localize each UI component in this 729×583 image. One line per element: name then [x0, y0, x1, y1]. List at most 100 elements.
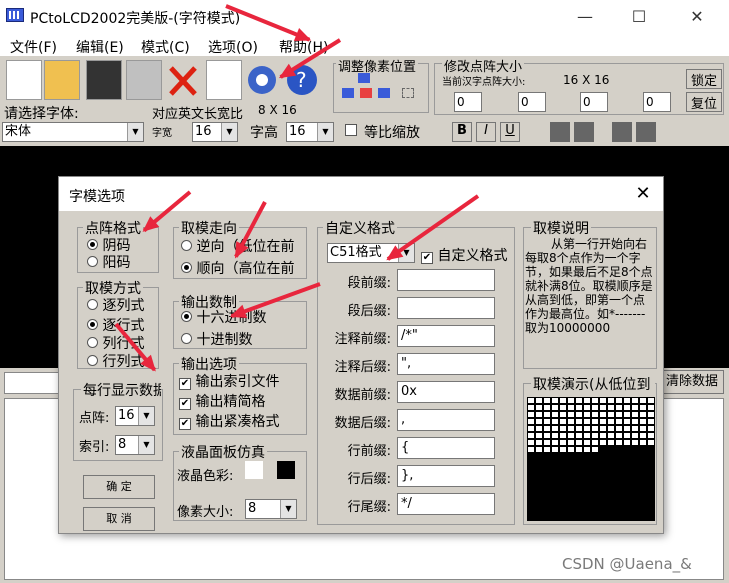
- gear-icon[interactable]: [244, 60, 280, 100]
- radio-button[interactable]: [181, 333, 192, 344]
- demo-cell: [536, 412, 542, 417]
- check-index-file[interactable]: ✔ 输出索引文件: [179, 371, 279, 391]
- bold-button[interactable]: B: [452, 122, 472, 142]
- crop-icon[interactable]: [402, 88, 414, 98]
- radio-button[interactable]: [87, 256, 98, 267]
- clear-data-button[interactable]: 清除数据: [660, 370, 724, 394]
- lcd-fg-color-swatch[interactable]: [277, 461, 295, 479]
- radio-button[interactable]: [87, 239, 98, 250]
- demo-cell: [568, 433, 574, 438]
- checkbox[interactable]: ✔: [179, 398, 191, 410]
- open-folder-icon[interactable]: [44, 60, 80, 100]
- demo-cell: [592, 398, 598, 403]
- rotate-icon[interactable]: [612, 122, 632, 142]
- move-left-icon[interactable]: [342, 88, 354, 98]
- font-prompt: 请选择字体:: [4, 106, 79, 122]
- minimize-button[interactable]: —: [570, 6, 600, 28]
- demo-cell: [640, 405, 646, 410]
- custom-field-input[interactable]: {: [397, 437, 495, 459]
- left-margin-spin[interactable]: 0: [454, 92, 482, 112]
- radio-positive[interactable]: 阳码: [87, 252, 130, 272]
- document-icon[interactable]: [206, 60, 242, 100]
- demo-cell: [624, 440, 630, 445]
- radio-button[interactable]: [87, 319, 98, 330]
- radio-button[interactable]: [181, 311, 192, 322]
- top-margin-spin[interactable]: 0: [518, 92, 546, 112]
- lock-button[interactable]: 锁定: [686, 69, 722, 89]
- flip-horizontal-icon[interactable]: [550, 122, 570, 142]
- custom-field-input[interactable]: /*": [397, 325, 495, 347]
- custom-field-input[interactable]: },: [397, 465, 495, 487]
- height-select[interactable]: 16 ▼: [286, 122, 334, 142]
- dialog-close-button[interactable]: ✕: [629, 181, 657, 207]
- radio-button[interactable]: [87, 299, 98, 310]
- font-select[interactable]: 宋体 ▼: [2, 122, 144, 142]
- radio-dec[interactable]: 十进制数: [181, 329, 252, 349]
- custom-field-input[interactable]: ,: [397, 409, 495, 431]
- delete-icon[interactable]: [165, 60, 201, 100]
- demo-cell: [640, 419, 646, 424]
- scale-checkbox[interactable]: [345, 124, 357, 136]
- demo-cell: [528, 426, 534, 431]
- demo-cell: [536, 440, 542, 445]
- menu-options[interactable]: 选项(O): [208, 37, 258, 57]
- radio-forward[interactable]: 顺向（高位在前: [181, 258, 305, 278]
- radio-col[interactable]: 逐列式: [87, 295, 144, 315]
- radio-button[interactable]: [87, 355, 98, 366]
- checkbox[interactable]: ✔: [179, 378, 191, 390]
- radio-button[interactable]: [87, 337, 98, 348]
- demo-cell: [600, 426, 606, 431]
- checkbox[interactable]: ✔: [179, 418, 191, 430]
- lcd-bg-color-swatch[interactable]: [245, 461, 263, 479]
- demo-cell: [544, 440, 550, 445]
- demo-cell: [560, 447, 566, 452]
- custom-field-input[interactable]: 0x: [397, 381, 495, 403]
- explain-text: 从第一行开始向右每取8个点作为一个字节，如果最后不足8个点就补满8位。取模顺序是…: [525, 237, 653, 335]
- move-right-icon[interactable]: [378, 88, 390, 98]
- invert-icon[interactable]: [636, 122, 656, 142]
- demo-cell: [544, 447, 550, 452]
- custom-field-input[interactable]: [397, 297, 495, 319]
- radio-rowcol[interactable]: 行列式: [87, 351, 144, 371]
- check-compact[interactable]: ✔ 输出精简格: [179, 391, 265, 411]
- width-select[interactable]: 16 ▼: [192, 122, 238, 142]
- bottom-margin-spin[interactable]: 0: [643, 92, 671, 112]
- demo-cell: [536, 433, 542, 438]
- custom-field-input[interactable]: [397, 269, 495, 291]
- close-button[interactable]: ✕: [682, 6, 712, 28]
- radio-button[interactable]: [181, 240, 192, 251]
- center-icon[interactable]: [360, 88, 372, 98]
- maximize-button[interactable]: ☐: [624, 6, 654, 28]
- menu-file[interactable]: 文件(F): [10, 37, 57, 57]
- pixel-size-select[interactable]: 8 ▼: [245, 499, 297, 519]
- save-as-icon[interactable]: [126, 60, 162, 100]
- custom-field-input[interactable]: ",: [397, 353, 495, 375]
- radio-button[interactable]: [181, 262, 192, 273]
- restore-button[interactable]: 复位: [686, 92, 722, 112]
- new-file-icon[interactable]: [6, 60, 42, 100]
- demo-cell: [528, 412, 534, 417]
- move-up-icon[interactable]: [358, 73, 370, 83]
- demo-cell: [576, 440, 582, 445]
- demo-cell: [600, 440, 606, 445]
- custom-field-input[interactable]: */: [397, 493, 495, 515]
- save-icon[interactable]: [86, 60, 122, 100]
- dot-count-select[interactable]: 16 ▼: [115, 406, 155, 426]
- flip-vertical-icon[interactable]: [574, 122, 594, 142]
- demo-cell: [552, 426, 558, 431]
- ok-button[interactable]: 确 定: [83, 475, 155, 499]
- checkbox[interactable]: ✔: [421, 252, 433, 264]
- cancel-button[interactable]: 取 消: [83, 507, 155, 531]
- right-margin-spin[interactable]: 0: [580, 92, 608, 112]
- italic-button[interactable]: I: [476, 122, 496, 142]
- demo-cell: [576, 426, 582, 431]
- demo-cell: [568, 447, 574, 452]
- underline-button[interactable]: U: [500, 122, 520, 142]
- custom-format-check[interactable]: ✔ 自定义格式: [421, 245, 511, 265]
- menu-mode[interactable]: 模式(C): [141, 37, 190, 57]
- index-count-select[interactable]: 8 ▼: [115, 435, 155, 455]
- menu-edit[interactable]: 编辑(E): [76, 37, 124, 57]
- direction-label: 取模走向: [179, 218, 239, 238]
- check-tight[interactable]: ✔ 输出紧凑格式: [179, 411, 305, 431]
- demo-cell: [592, 433, 598, 438]
